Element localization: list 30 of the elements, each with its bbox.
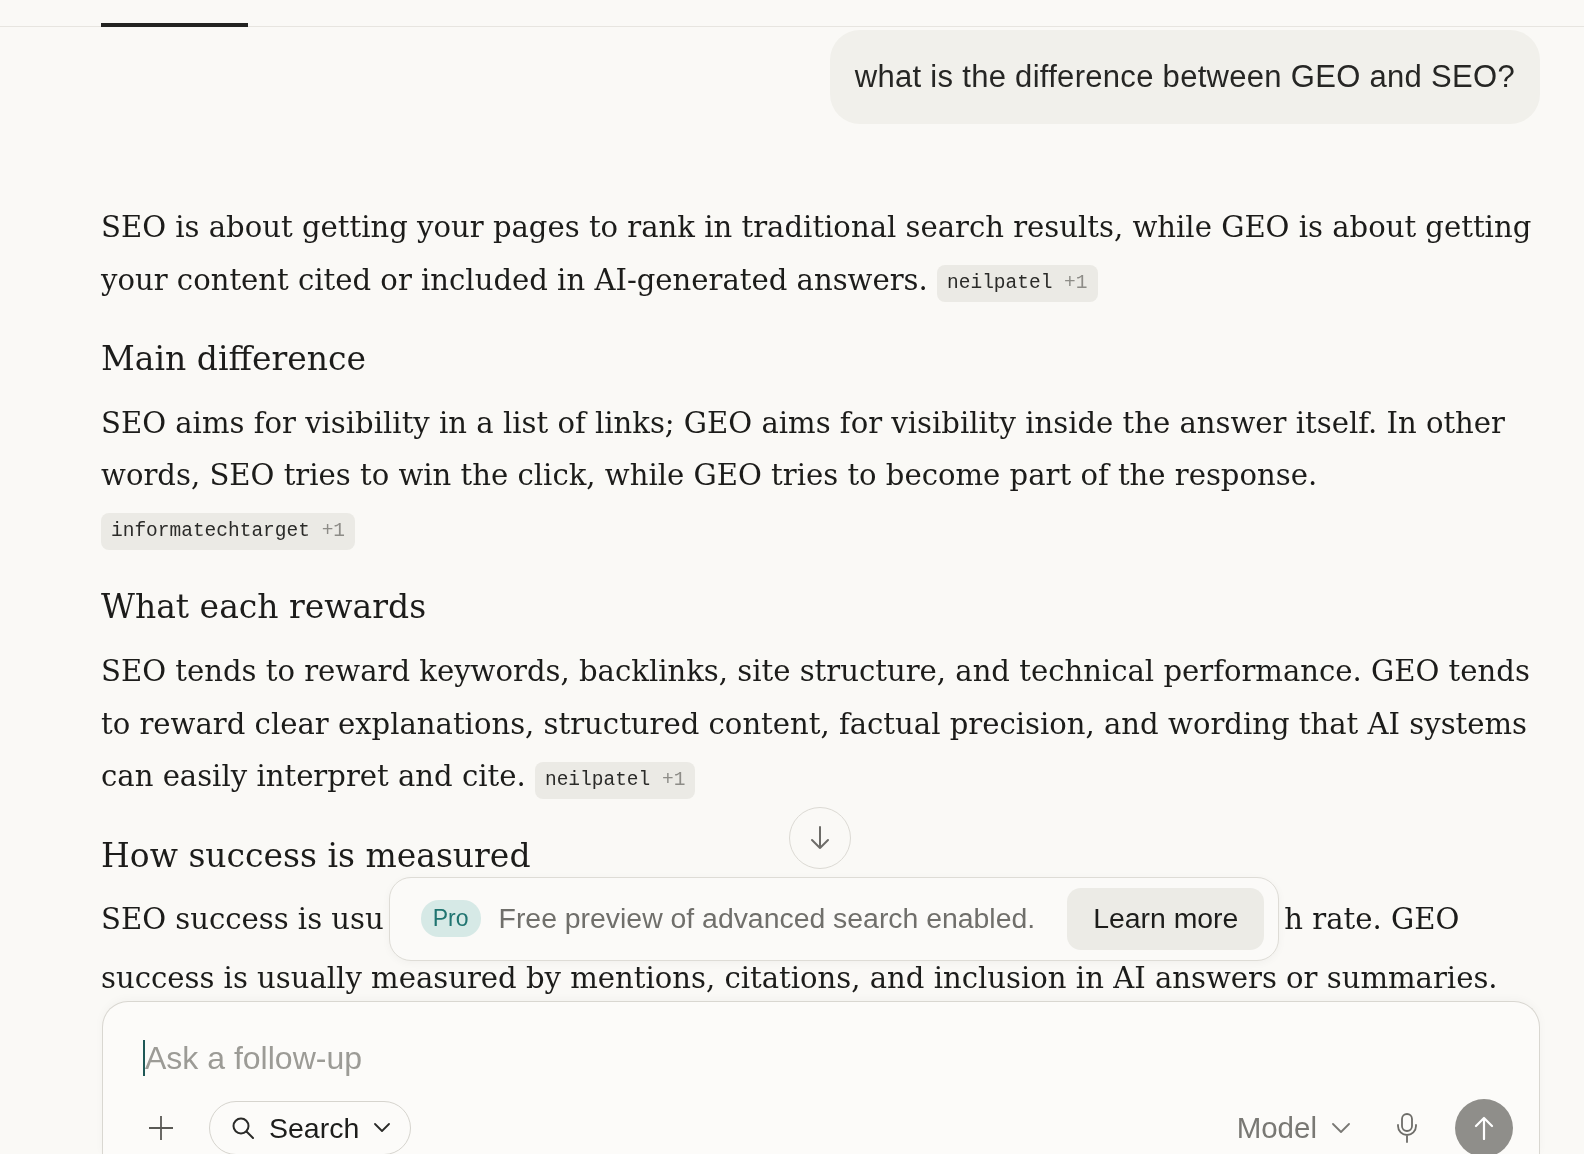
answer-text-fragment: SEO success is usu [101, 900, 384, 938]
composer-field[interactable]: Ask a follow-up Search Model [102, 1001, 1540, 1154]
model-button[interactable]: Model [1236, 1111, 1350, 1145]
arrow-down-icon [810, 826, 830, 850]
section-heading: Main difference [101, 340, 366, 378]
microphone-button[interactable] [1396, 1113, 1418, 1143]
chevron-down-icon [1332, 1123, 1350, 1133]
search-icon [232, 1117, 254, 1139]
pro-badge: Pro [420, 900, 481, 938]
user-message: what is the difference between GEO and SEO? [829, 30, 1540, 124]
citation-chip[interactable]: neilpatel +1 [937, 265, 1098, 302]
answer-paragraph: SEO aims for visibility in a list of links; GEO aims for visibility inside the answer itself. In other words, SEO tries to win the click, while GEO tries to become part of the response. informatechtarget +1 [101, 396, 1540, 555]
learn-more-button[interactable]: Learn more [1067, 887, 1265, 950]
citation-chip[interactable]: neilpatel +1 [534, 761, 696, 799]
section-heading: What each rewards [101, 588, 427, 627]
send-button[interactable] [1455, 1099, 1513, 1154]
text-cursor-icon [143, 1040, 145, 1076]
add-button[interactable] [147, 1114, 175, 1142]
plus-icon [148, 1115, 174, 1141]
notice-text: Free preview of advanced search enabled. [498, 902, 1036, 936]
answer-paragraph: SEO is about getting your pages to rank in traditional search results, while GEO is about getting your content cited or included in AI-generated answers. neilpatel +1 [101, 201, 1540, 306]
citation-chip[interactable]: informatechtarget +1 [101, 513, 356, 551]
microphone-icon [1396, 1113, 1418, 1143]
follow-up-input[interactable]: Ask a follow-up [145, 1037, 1513, 1079]
answer-text-fragment: h rate. GEO [1284, 900, 1460, 938]
answer-paragraph: SEO tends to reward keywords, backlinks, site structure, and technical performance. GEO tends to reward clear explanations, structured content, factual precision, and wording that AI systems can easily interpret and cite. neilpatel +1 [101, 645, 1540, 803]
chevron-down-icon [374, 1123, 391, 1133]
arrow-up-icon [1474, 1116, 1494, 1140]
section-heading: How success is measured [101, 836, 531, 875]
answer-text-fragment: success is usually measured by mentions, citations, and inclusion in AI answers or summaries. [101, 960, 1498, 995]
